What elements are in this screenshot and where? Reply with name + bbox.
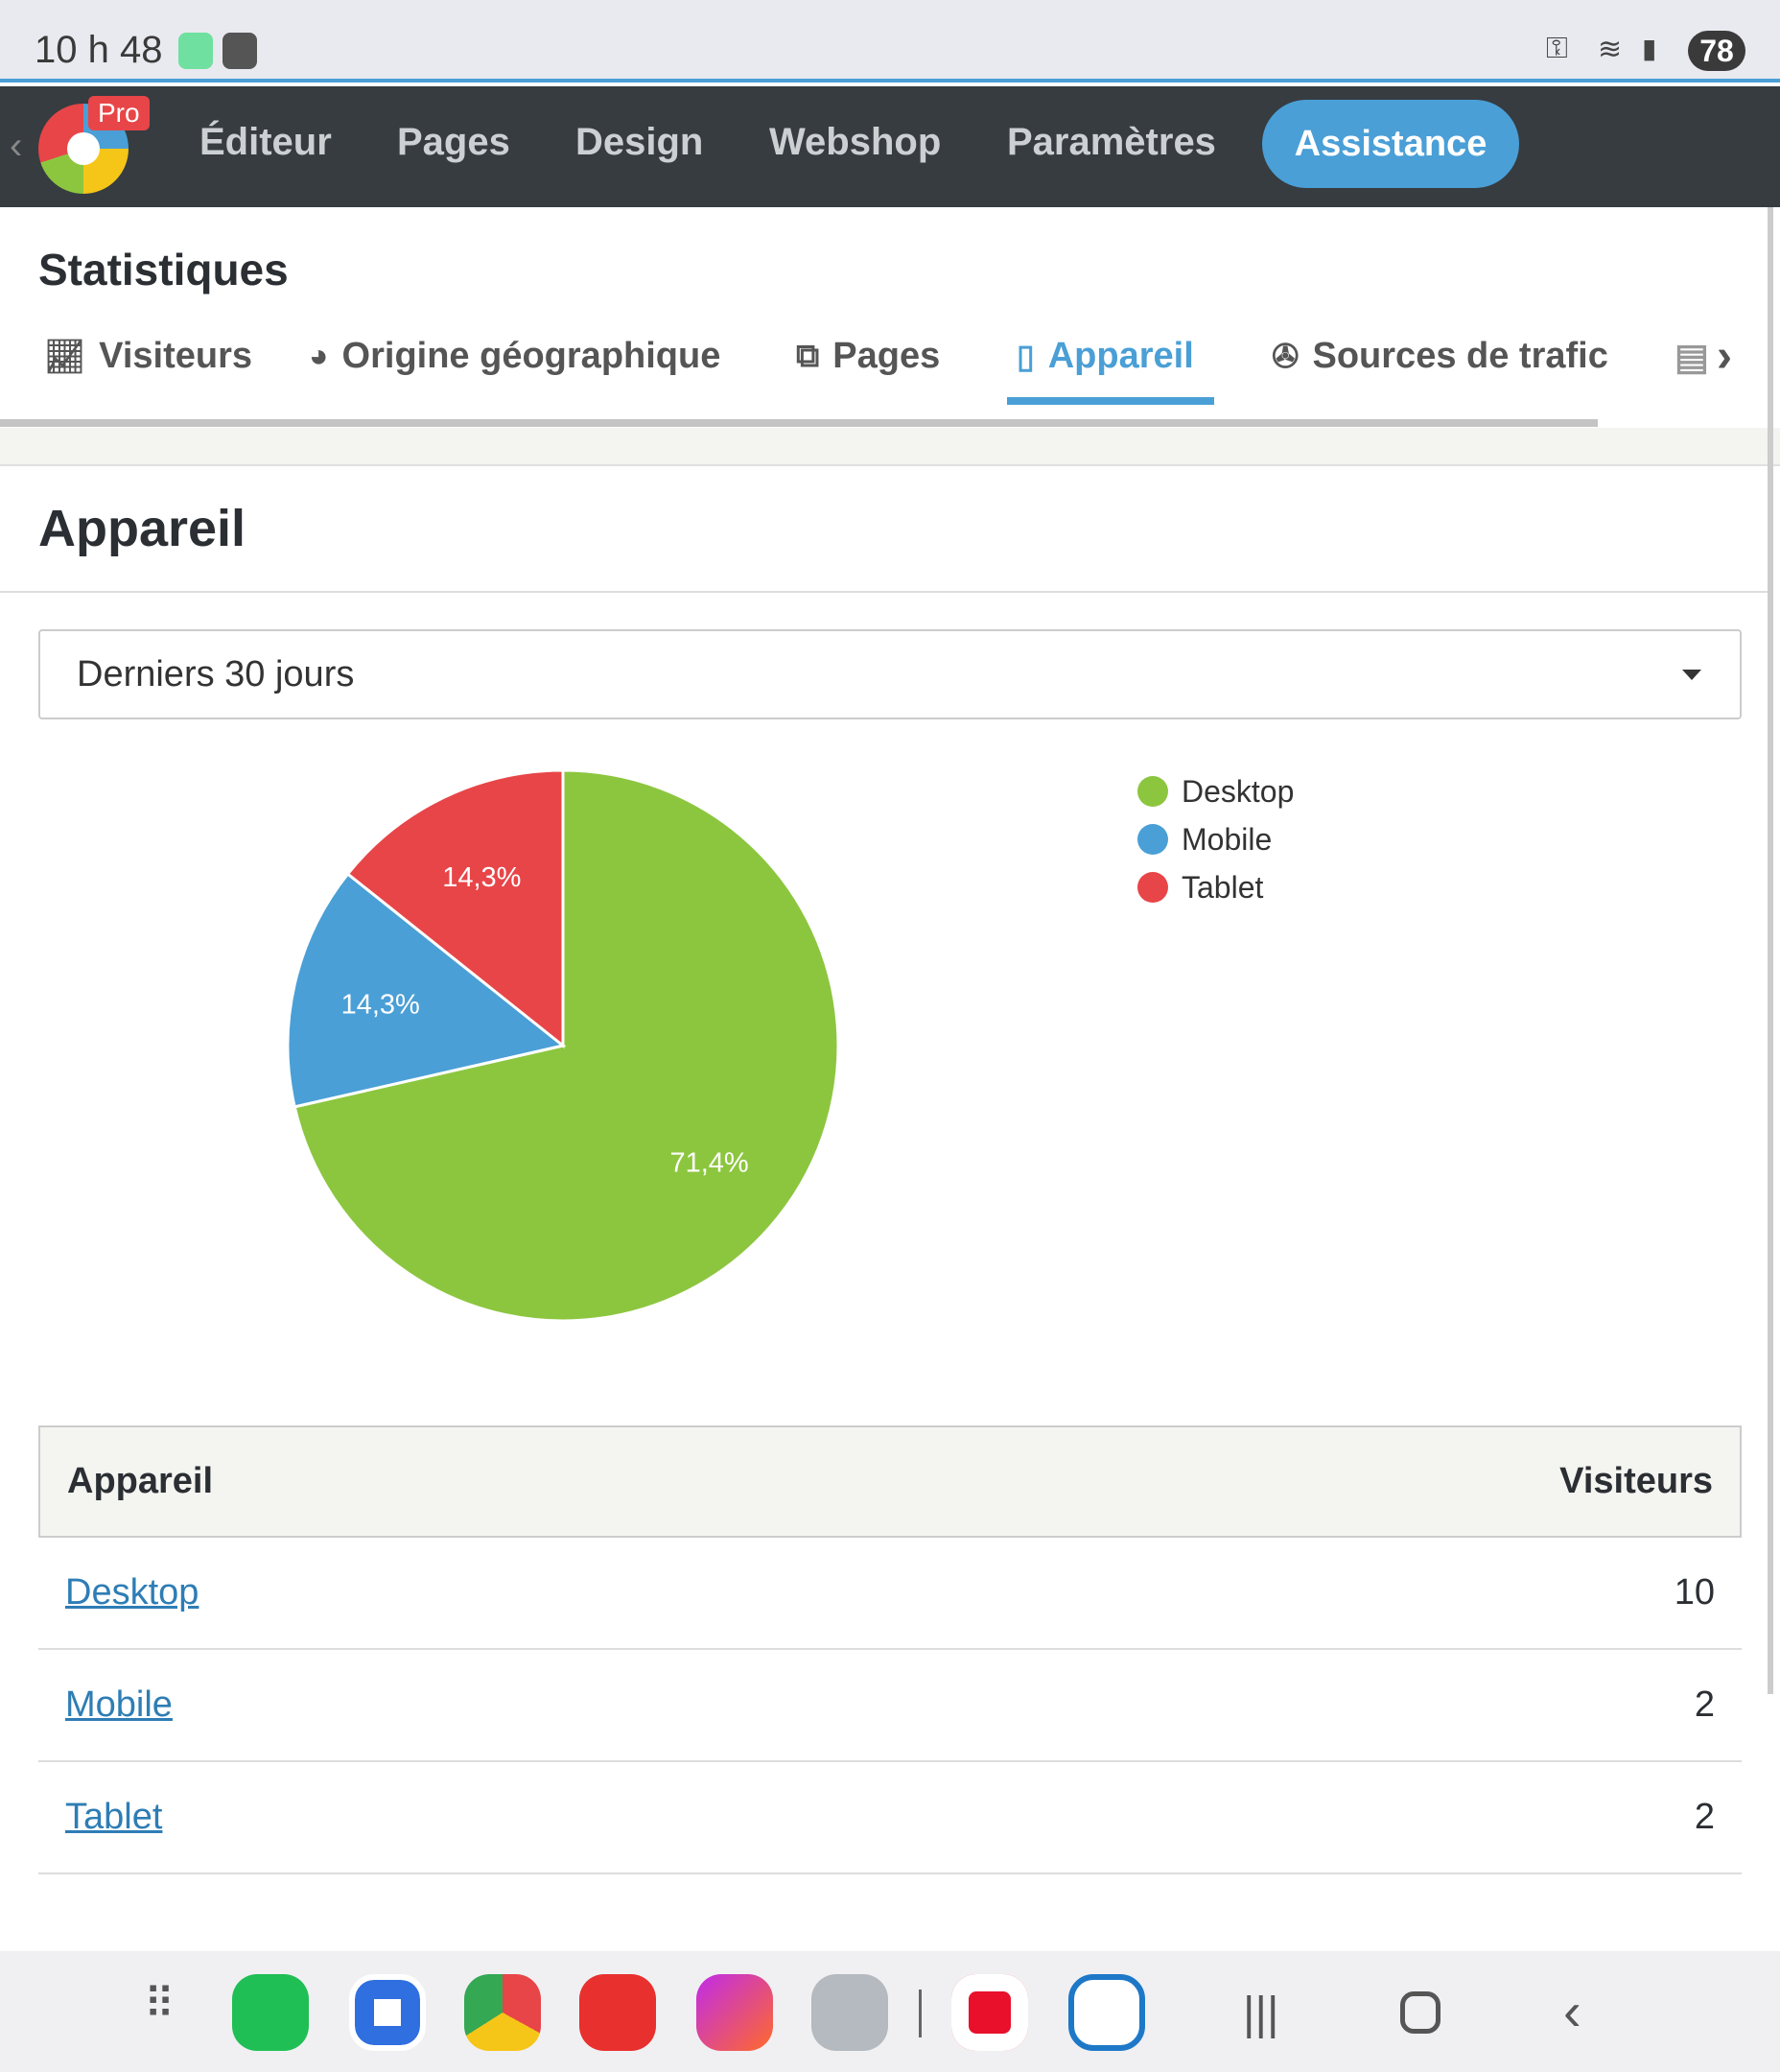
device-link[interactable]: Desktop (65, 1572, 199, 1613)
legend-item-tablet[interactable]: Tablet (1137, 863, 1294, 911)
nav-editeur[interactable]: Éditeur (199, 121, 332, 164)
chrome-app-icon[interactable] (464, 1974, 541, 2051)
visitor-count: 2 (1694, 1684, 1715, 1725)
device-link[interactable]: Mobile (65, 1684, 173, 1726)
tab-pages[interactable]: ⧉ Pages (796, 336, 940, 377)
legend-dot (1137, 776, 1168, 807)
tabs-scroll-right-icon[interactable]: › (1717, 330, 1732, 383)
table-header: Appareil Visiteurs (38, 1425, 1742, 1538)
gallery-app-icon[interactable] (696, 1974, 773, 2051)
period-select-value: Derniers 30 jours (77, 654, 355, 695)
device-table: Appareil Visiteurs Desktop 10 Mobile 2 Tabl… (38, 1425, 1742, 1874)
assistance-button[interactable]: Assistance (1262, 100, 1519, 188)
pages-icon: ⧉ (796, 338, 820, 374)
nav-webshop[interactable]: Webshop (769, 121, 941, 164)
youtube-app-icon[interactable] (951, 1974, 1028, 2051)
clock: 10 h 48 (35, 29, 163, 71)
page-scrollbar[interactable] (1768, 207, 1773, 1694)
tabs-scrollbar[interactable] (0, 419, 1598, 427)
signal-icon: ▮ (1642, 34, 1657, 63)
wifi-icon: ≋ (1598, 34, 1623, 65)
status-bar: 10 h 48 ⚿ ≋ ▮ 78 (0, 0, 1780, 82)
device-link[interactable]: Tablet (65, 1797, 162, 1838)
dock-divider (919, 1990, 922, 2037)
visitor-count: 10 (1674, 1572, 1715, 1613)
back-icon[interactable]: ‹ (1563, 1980, 1581, 2042)
recents-icon[interactable]: ||| (1243, 1988, 1278, 2040)
legend-label: Desktop (1182, 773, 1295, 809)
home-icon[interactable] (1400, 1991, 1440, 2034)
tab-label: Visiteurs (99, 336, 253, 376)
nav-pages[interactable]: Pages (397, 121, 510, 164)
divider (0, 591, 1770, 593)
camera-app-icon[interactable] (811, 1974, 888, 2051)
gallery-notification-icon (222, 33, 257, 69)
device-pie-chart: 71,4% 14,3% 14,3% (286, 768, 840, 1323)
tab-label: Pages (832, 336, 941, 376)
page-title: Statistiques (38, 245, 289, 294)
nav-design[interactable]: Design (575, 121, 703, 164)
vpn-key-icon: ⚿ (1546, 33, 1568, 64)
more-tab-icon[interactable]: ▤ (1675, 336, 1709, 379)
visitor-count: 2 (1694, 1797, 1715, 1837)
period-select[interactable]: Derniers 30 jours (38, 629, 1742, 719)
pie-label: 14,3% (442, 862, 521, 893)
active-tab-indicator (1007, 397, 1214, 405)
legend-item-mobile[interactable]: Mobile (1137, 815, 1294, 863)
android-navbar: ⠿ ||| ‹ (0, 1951, 1780, 2072)
messages-app-icon[interactable] (349, 1974, 426, 2051)
app-drawer-icon[interactable]: ⠿ (144, 1980, 175, 2029)
globe-icon: ◕ (309, 338, 329, 374)
pie-label: 14,3% (341, 990, 420, 1021)
header-appareil: Appareil (67, 1461, 214, 1501)
mobile-icon: ▯ (1017, 338, 1035, 375)
chart-line-icon: 📈︎ (44, 338, 86, 375)
legend-label: Mobile (1182, 821, 1273, 857)
tab-sources[interactable]: ✇ Sources de trafic (1272, 336, 1608, 377)
battery-indicator: 78 (1688, 31, 1745, 71)
tab-appareil[interactable]: ▯ Appareil (1017, 336, 1194, 377)
chart-legend: Desktop Mobile Tablet (1137, 767, 1294, 911)
tab-label: Origine géographique (341, 336, 721, 376)
app-notification-icon (178, 33, 213, 69)
tab-label: Appareil (1047, 336, 1194, 376)
separator-band (0, 428, 1780, 466)
legend-label: Tablet (1182, 869, 1264, 905)
table-row: Desktop 10 (38, 1538, 1742, 1650)
back-chevron-icon[interactable]: ‹ (10, 125, 22, 168)
notes-app-icon[interactable] (579, 1974, 656, 2051)
tab-origine[interactable]: ◕ Origine géographique (309, 336, 720, 377)
section-title: Appareil (38, 500, 246, 557)
header-visiteurs: Visiteurs (1559, 1461, 1713, 1501)
pro-badge: Pro (88, 96, 150, 130)
pie-label: 71,4% (669, 1148, 748, 1179)
table-row: Mobile 2 (38, 1650, 1742, 1762)
legend-dot (1137, 872, 1168, 903)
vpn-app-icon[interactable] (1068, 1974, 1145, 2051)
legend-item-desktop[interactable]: Desktop (1137, 767, 1294, 815)
tab-visiteurs[interactable]: 📈︎ Visiteurs (44, 336, 252, 377)
legend-dot (1137, 824, 1168, 855)
nav-parametres[interactable]: Paramètres (1007, 121, 1216, 164)
table-row: Tablet 2 (38, 1762, 1742, 1874)
tab-label: Sources de trafic (1312, 336, 1608, 376)
top-nav: ‹ Pro Éditeur Pages Design Webshop Param… (0, 86, 1780, 207)
phone-app-icon[interactable] (232, 1974, 309, 2051)
caret-down-icon (1682, 670, 1701, 680)
network-icon: ✇ (1272, 338, 1300, 375)
